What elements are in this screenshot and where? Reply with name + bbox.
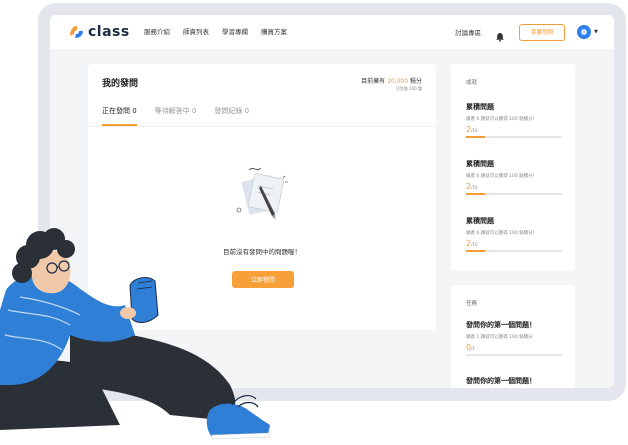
- achievement-title: 累積問題: [466, 103, 494, 111]
- ask-question-button[interactable]: 我要發問: [519, 23, 566, 41]
- achievement-desc: 總產 6 題就可以獲得 100 點積分！: [466, 117, 538, 122]
- progress-bar: [466, 354, 562, 356]
- tab-history[interactable]: 發問紀錄 0: [214, 106, 249, 126]
- tab-count: 0: [191, 107, 197, 115]
- task-title: 發問你的第一個問題！: [466, 377, 536, 385]
- progress-bar-fill: [466, 250, 486, 252]
- nav-link-teachers[interactable]: 師資列表: [183, 26, 209, 36]
- progress-total: /10: [471, 128, 478, 133]
- progress-total: /10: [471, 185, 478, 190]
- points-redeem-note: 可兌換 100 題: [395, 86, 422, 91]
- progress-bar-fill: [466, 136, 486, 138]
- nav-link-blog[interactable]: 學習專欄: [222, 26, 248, 36]
- person-reading-illustration: [0, 215, 300, 441]
- nav-link-services[interactable]: 服務介紹: [144, 26, 170, 36]
- achievement-progress: 2/10: [466, 125, 562, 134]
- nav-links: 服務介紹 師資列表 學習專欄 購買方案: [144, 26, 287, 36]
- achievement-item: 累積問題 總產 6 題就可以獲得 100 點積分！ 2/10: [466, 216, 562, 252]
- nav-link-pricing[interactable]: 購買方案: [261, 26, 287, 36]
- logo[interactable]: class: [68, 23, 130, 41]
- points-summary: 目前擁有 10,000 積分: [361, 76, 422, 85]
- achievement-title: 累積問題: [466, 160, 494, 168]
- tab-divider: [88, 126, 436, 127]
- progress-bar: [466, 193, 562, 195]
- task-item: 發問你的第一個問題！ 總產 1 題就可以獲得 100 點積分 0/1: [466, 320, 562, 356]
- task-desc: 總產 1 題就可以獲得 100 點積分: [466, 335, 533, 340]
- question-tabs: 正在發問 0 等待解答中 0 發問紀錄 0: [102, 106, 249, 126]
- tab-awaiting-answer[interactable]: 等待解答中 0: [155, 106, 197, 126]
- tasks-title: 任務: [466, 301, 478, 307]
- chevron-down-icon[interactable]: ▼: [594, 29, 598, 35]
- achievement-item: 累積問題 總產 6 題就可以獲得 100 點積分！ 2/10: [466, 102, 562, 138]
- tab-label: 發問紀錄: [214, 107, 243, 115]
- logo-text: class: [88, 24, 130, 40]
- points-prefix: 目前擁有: [361, 78, 386, 85]
- achievement-title: 累積問題: [466, 217, 494, 225]
- achievement-item: 累積問題 總產 6 題就可以獲得 100 點積分！ 2/10: [466, 159, 562, 195]
- tasks-card: 任務 發問你的第一個問題！ 總產 1 題就可以獲得 100 點積分 0/1 發問…: [451, 285, 575, 388]
- top-nav: class 服務介紹 師資列表 學習專欄 購買方案 討論專區 我要發問 ▼: [50, 15, 614, 49]
- tab-label: 正在發問: [102, 107, 130, 115]
- achievement-progress: 2/10: [466, 182, 562, 191]
- progress-bar-fill: [466, 193, 486, 195]
- page-title: 我的發問: [102, 79, 139, 89]
- logo-icon: [68, 24, 84, 40]
- nav-link-forum[interactable]: 討論專區: [455, 27, 481, 37]
- achievement-progress: 2/10: [466, 239, 562, 248]
- task-progress: 0/1: [466, 343, 562, 352]
- tab-count: 0: [132, 107, 137, 115]
- points-value: 10,000: [387, 78, 409, 85]
- nav-right: 討論專區 我要發問 ▼: [455, 22, 598, 42]
- achievement-desc: 總產 6 題就可以獲得 100 點積分！: [466, 231, 538, 236]
- task-item: 發問你的第一個問題！: [466, 376, 562, 386]
- achievement-desc: 總產 6 題就可以獲得 100 點積分！: [466, 174, 538, 179]
- avatar-icon[interactable]: [577, 25, 592, 39]
- points-suffix: 積分: [409, 78, 422, 85]
- tab-asking[interactable]: 正在發問 0: [102, 106, 137, 126]
- progress-bar: [466, 136, 562, 138]
- progress-total: /10: [471, 242, 478, 247]
- task-title: 發問你的第一個問題！: [466, 321, 536, 329]
- achievements-title: 成就: [466, 80, 478, 86]
- tab-label: 等待解答中: [154, 107, 190, 115]
- bell-icon[interactable]: [495, 27, 505, 42]
- achievements-card: 成就 累積問題 總產 6 題就可以獲得 100 點積分！ 2/10 累積問題 總…: [451, 64, 575, 271]
- progress-total: /1: [471, 346, 475, 351]
- progress-bar: [466, 250, 562, 252]
- tab-count: 0: [244, 107, 250, 115]
